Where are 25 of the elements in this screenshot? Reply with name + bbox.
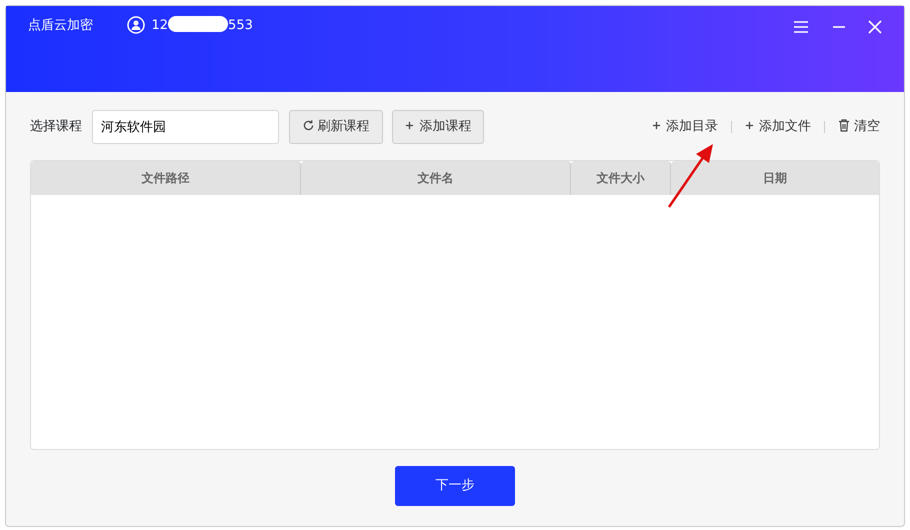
column-header: 文件大小: [571, 161, 671, 195]
menu-icon: [793, 20, 809, 34]
account-number: 12: [152, 17, 168, 35]
close-icon: [868, 20, 882, 34]
course-field[interactable]: 河东软件园: [92, 110, 279, 144]
trash-icon: [838, 119, 850, 132]
add-link[interactable]: 添加文件: [745, 117, 811, 137]
redaction-blot: [168, 16, 228, 32]
refresh-button[interactable]: 刷新课程: [288, 110, 382, 144]
account-number: 553: [228, 17, 253, 35]
plus-icon: [745, 121, 754, 130]
plus-icon: [652, 121, 661, 130]
window-title: 点盾云加密: [28, 17, 93, 35]
user-icon: [127, 16, 145, 34]
add-button[interactable]: 添加课程: [392, 110, 484, 144]
column-header: 文件路径: [31, 161, 301, 195]
annotation-arrow: [666, 142, 716, 210]
course-label: 选择课程: [30, 118, 82, 136]
refresh-icon: [302, 119, 314, 132]
add-link[interactable]: 添加目录: [652, 117, 718, 137]
next-button[interactable]: 下一步: [395, 466, 515, 506]
clear-link[interactable]: 清空: [838, 117, 880, 137]
column-header: 日期: [671, 161, 879, 195]
column-header: 文件名: [301, 161, 571, 195]
plus-icon: [405, 121, 414, 130]
